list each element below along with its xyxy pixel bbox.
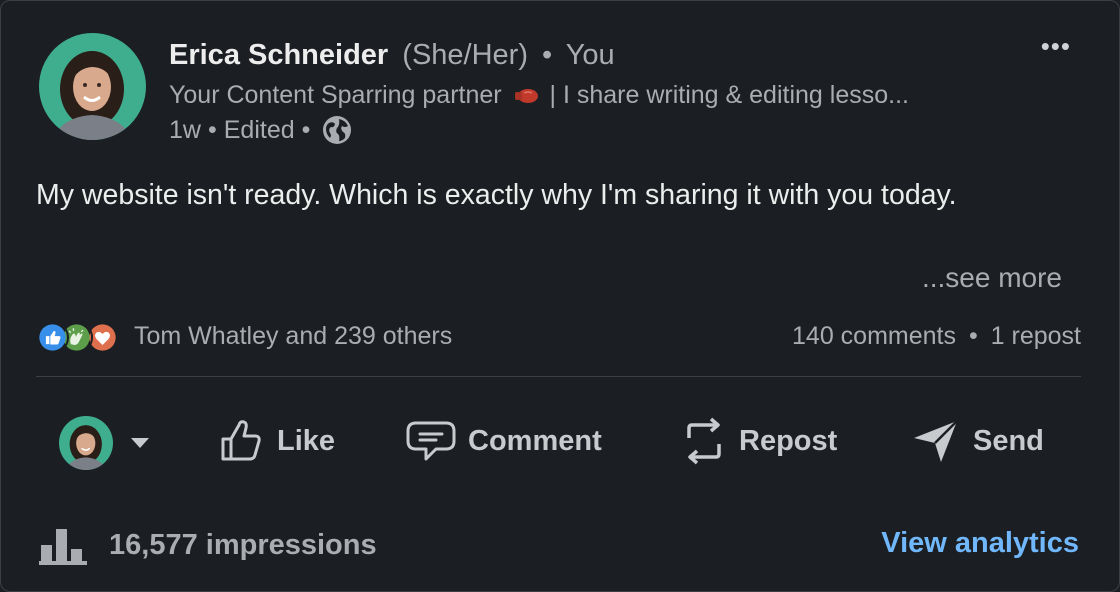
send-label: Send	[973, 424, 1044, 457]
thumbs-up-icon	[221, 420, 261, 461]
send-button[interactable]: Send	[911, 406, 1044, 476]
repost-button[interactable]: Repost	[681, 406, 837, 476]
reactions-summary[interactable]: Tom Whatley and 239 others	[134, 322, 452, 351]
engagement-counts: 140 comments • 1 repost	[792, 322, 1081, 351]
edited-label: Edited	[223, 116, 295, 144]
like-label: Like	[277, 424, 336, 457]
comment-icon	[406, 421, 456, 461]
separator-dot: •	[968, 322, 978, 350]
comment-label: Comment	[468, 424, 602, 457]
globe-icon	[323, 116, 352, 144]
post-card: Erica Schneider (She/Her) • You Your Con…	[0, 0, 1120, 592]
actor-switcher[interactable]	[59, 416, 151, 470]
divider	[36, 376, 1081, 377]
headline-text-end: | I share writing & editing lesso...	[549, 81, 909, 109]
comments-count[interactable]: 140 comments	[792, 322, 956, 350]
like-button[interactable]: Like	[219, 406, 335, 476]
more-options-icon[interactable]: •••	[1041, 33, 1071, 59]
author-avatar[interactable]	[39, 33, 146, 140]
repost-label: Repost	[739, 424, 838, 457]
post-meta: 1w • Edited •	[169, 113, 353, 147]
author-pronouns: (She/Her)	[402, 39, 528, 71]
see-more-link[interactable]: ...see more	[922, 262, 1062, 294]
separator-dot: •	[301, 116, 311, 144]
author-relation: You	[565, 39, 615, 71]
reaction-icons[interactable]	[36, 321, 126, 355]
view-analytics-link[interactable]: View analytics	[881, 527, 1079, 560]
actor-avatar	[59, 416, 113, 470]
bar-chart-icon	[39, 529, 87, 565]
impressions-row: 16,577 impressions	[39, 525, 377, 565]
like-reaction-icon	[36, 321, 69, 354]
send-icon	[914, 420, 958, 462]
boxing-glove-icon	[514, 89, 538, 104]
social-counts: Tom Whatley and 239 others 140 comments …	[36, 319, 1081, 359]
author-headline: Your Content Sparring partner | I share …	[169, 78, 909, 112]
headline-text-start: Your Content Sparring partner	[169, 81, 502, 109]
repost-icon	[687, 417, 721, 465]
action-bar: Like Comment Repost Send	[1, 406, 1120, 476]
caret-down-icon	[131, 438, 149, 448]
post-body: My website isn't ready. Which is exactly…	[36, 179, 957, 211]
post-time[interactable]: 1w	[169, 113, 201, 147]
reposts-count[interactable]: 1 repost	[991, 322, 1081, 350]
author-name[interactable]: Erica Schneider	[169, 39, 388, 71]
author-name-row: Erica Schneider (She/Her) • You	[169, 37, 615, 73]
separator-dot: •	[542, 39, 553, 71]
impressions-count: 16,577 impressions	[109, 528, 377, 561]
comment-button[interactable]: Comment	[406, 406, 602, 476]
separator-dot: •	[207, 116, 217, 144]
